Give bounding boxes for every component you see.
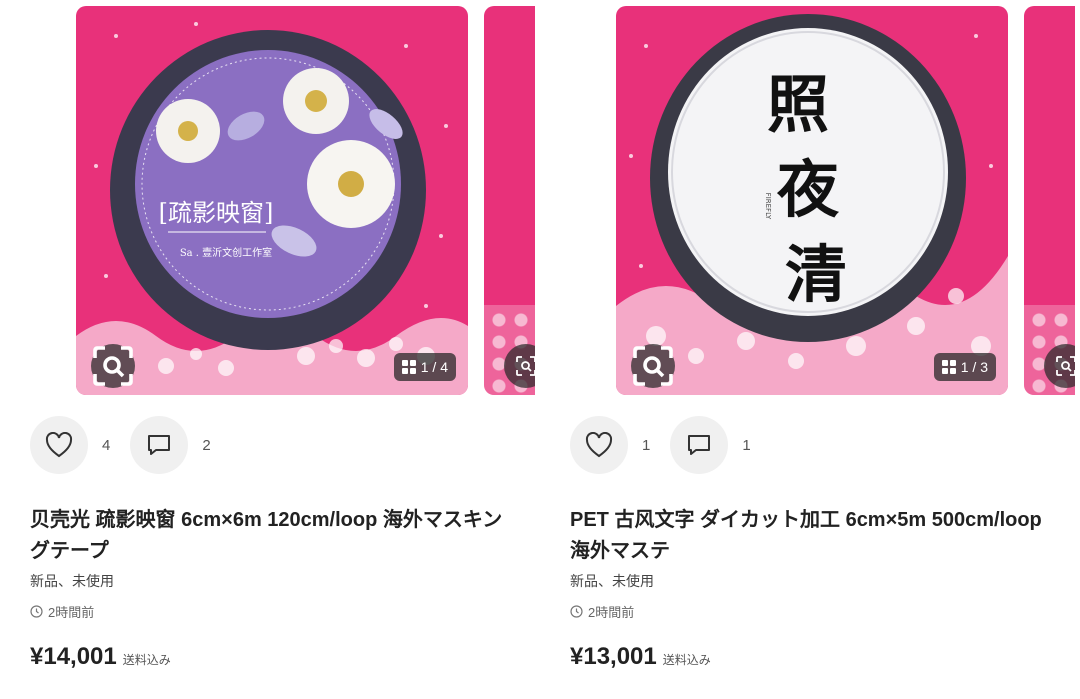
like-count: 4 xyxy=(102,436,111,454)
image-carousel[interactable]: 照 夜 清 FIREFLY 1 / 3 xyxy=(616,6,1075,395)
svg-text:[疏影映窗]: [疏影映窗] xyxy=(159,199,274,227)
shipping-note: 送料込み xyxy=(122,653,171,667)
next-item-preview[interactable] xyxy=(484,6,535,395)
clock-icon xyxy=(570,605,583,618)
heart-icon xyxy=(45,432,73,458)
image-carousel[interactable]: [疏影映窗] Sa . 壹沂文创工作室 1 / 4 xyxy=(76,6,535,395)
image-counter-text: 1 / 4 xyxy=(420,359,448,375)
image-search-icon xyxy=(633,346,673,386)
price-row: ¥14,001 送料込み xyxy=(30,643,171,671)
comment-count: 1 xyxy=(742,436,751,454)
price-row: ¥13,001 送料込み xyxy=(570,643,711,671)
item-price: ¥13,001 xyxy=(570,643,657,670)
image-counter: 1 / 3 xyxy=(933,353,996,381)
shipping-note: 送料込み xyxy=(662,653,711,667)
image-search-icon xyxy=(93,346,133,386)
item-card-2[interactable]: 照 夜 清 FIREFLY 1 / 3 1 1 PET 古风文字 ダイカット加工… xyxy=(540,0,1080,699)
like-button[interactable] xyxy=(30,416,88,474)
product-photo[interactable]: 照 夜 清 FIREFLY 1 / 3 xyxy=(616,6,1008,395)
svg-text:FIREFLY: FIREFLY xyxy=(764,193,772,220)
comment-button[interactable] xyxy=(130,416,189,474)
comment-icon xyxy=(688,435,711,455)
item-card-1[interactable]: [疏影映窗] Sa . 壹沂文创工作室 1 / 4 4 2 贝壳光 疏影映窗 6… xyxy=(0,0,540,699)
tape-photo-illustration: 照 夜 清 FIREFLY xyxy=(616,6,1008,395)
image-counter-text: 1 / 3 xyxy=(960,359,988,375)
like-button[interactable] xyxy=(570,416,628,474)
svg-text:夜: 夜 xyxy=(776,153,840,226)
image-search-icon xyxy=(516,356,535,376)
item-condition: 新品、未使用 xyxy=(30,573,114,589)
tape-photo-illustration: [疏影映窗] Sa . 壹沂文创工作室 xyxy=(76,6,468,395)
svg-text:Sa . 壹沂文创工作室: Sa . 壹沂文创工作室 xyxy=(180,246,272,259)
engagement-bar: 4 2 xyxy=(30,416,231,474)
image-search-icon xyxy=(1056,356,1075,376)
like-count: 1 xyxy=(642,436,651,454)
comment-button[interactable] xyxy=(670,416,729,474)
product-photo[interactable]: [疏影映窗] Sa . 壹沂文创工作室 1 / 4 xyxy=(76,6,468,395)
item-title[interactable]: PET 古风文字 ダイカット加工 6cm×5m 500cm/loop 海外マステ xyxy=(570,505,1060,567)
item-condition: 新品、未使用 xyxy=(570,573,654,589)
visual-search-button[interactable] xyxy=(91,344,135,388)
posted-time-text: 2時間前 xyxy=(48,605,95,620)
gallery-grid-icon xyxy=(401,360,416,374)
heart-icon xyxy=(585,432,613,458)
svg-text:照: 照 xyxy=(767,68,829,141)
posted-time: 2時間前 xyxy=(30,602,94,621)
posted-time-text: 2時間前 xyxy=(588,605,635,620)
item-title[interactable]: 贝壳光 疏影映窗 6cm×6m 120cm/loop 海外マスキングテープ xyxy=(30,505,520,567)
comment-count: 2 xyxy=(202,436,211,454)
comment-icon xyxy=(148,435,171,455)
item-price: ¥14,001 xyxy=(30,643,117,670)
image-counter: 1 / 4 xyxy=(393,353,456,381)
next-item-preview[interactable] xyxy=(1024,6,1075,395)
clock-icon xyxy=(30,605,43,618)
gallery-grid-icon xyxy=(941,360,956,374)
visual-search-button[interactable] xyxy=(631,344,675,388)
engagement-bar: 1 1 xyxy=(570,416,771,474)
svg-text:清: 清 xyxy=(785,238,847,311)
posted-time: 2時間前 xyxy=(570,602,634,621)
